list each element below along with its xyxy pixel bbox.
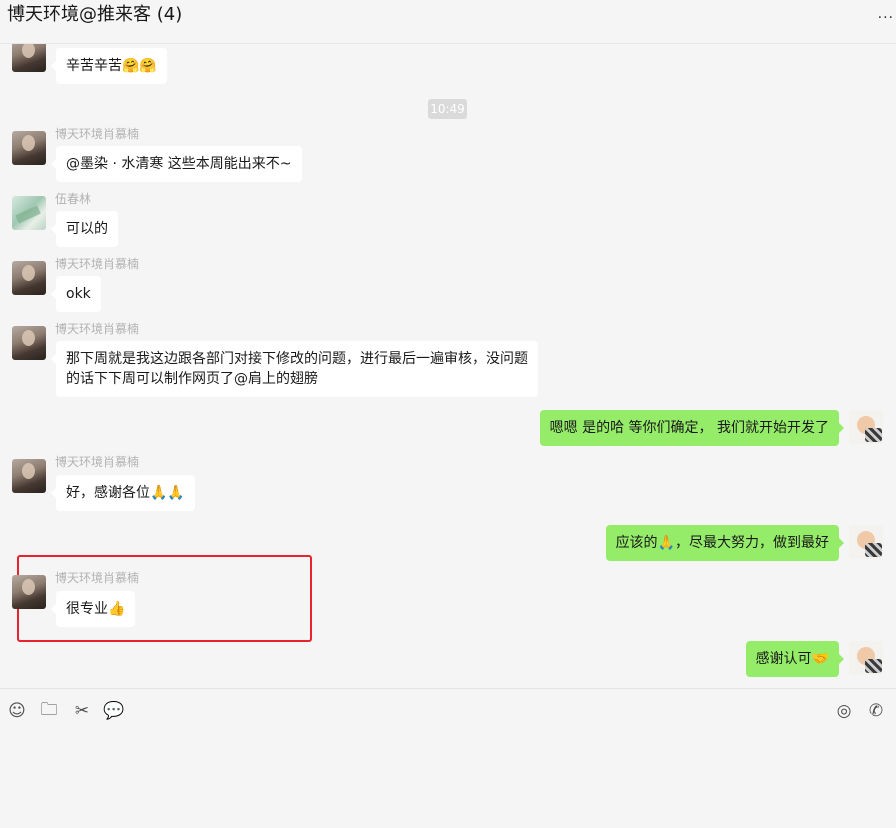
message-list[interactable]: 辛苦辛苦🤗🤗 10:49 博天环境肖慕楠 @墨染 · 水清寒 这些本周能出来不~… [0,44,896,688]
message-bubble[interactable]: @墨染 · 水清寒 这些本周能出来不~ [51,146,302,182]
message-bubble[interactable]: 可以的 [51,211,118,247]
avatar[interactable] [12,459,46,493]
avatar[interactable] [12,575,46,609]
emoji-icon[interactable]: ☺ [7,701,27,721]
message-bubble[interactable]: 应该的🙏，尽最大努力，做到最好 [605,525,845,561]
scissors-icon[interactable]: ✂ [72,701,92,721]
sender-name: 博天环境肖慕楠 [55,322,140,336]
chat-header: 博天环境@推来客 (4) ... [0,0,896,44]
sender-name: 博天环境肖慕楠 [55,257,140,271]
message-line: 的话下下周可以制作网页了@肩上的翅膀 [66,371,318,387]
sender-name: 博天环境肖慕楠 [55,455,140,469]
message-bubble[interactable]: 嗯嗯 是的哈 等你们确定， 我们就开始开发了 [539,410,845,446]
message-bubble[interactable]: 感谢认可🤝 [745,641,845,677]
avatar[interactable] [12,196,46,230]
avatar[interactable] [849,410,883,444]
avatar[interactable] [12,44,46,72]
sender-name: 伍春林 [55,192,92,206]
message-line: 那下周就是我这边跟各部门对接下修改的问题，进行最后一遍审核，没问题 [66,351,528,367]
sender-name: 博天环境肖慕楠 [55,127,140,141]
input-toolbar: ☺ 🗀 ✂ 💬 ◎ ✆ [0,688,896,828]
message-bubble[interactable]: 很专业👍 [50,591,136,627]
chat-history-icon[interactable]: 💬 [103,701,124,721]
message-input[interactable] [0,729,896,828]
avatar[interactable] [849,641,883,675]
avatar[interactable] [12,326,46,360]
message-bubble[interactable]: 辛苦辛苦🤗🤗 [51,48,167,84]
sender-name: 博天环境肖慕楠 [55,571,140,585]
live-icon[interactable]: ◎ [834,701,854,721]
avatar[interactable] [12,131,46,165]
folder-icon[interactable]: 🗀 [39,700,59,721]
chat-title: 博天环境@推来客 (4) [7,4,183,25]
avatar[interactable] [12,261,46,295]
avatar[interactable] [849,525,883,559]
call-icon[interactable]: ✆ [866,701,886,721]
message-bubble[interactable]: 好，感谢各位🙏🙏 [51,475,195,511]
message-bubble[interactable]: 那下周就是我这边跟各部门对接下修改的问题，进行最后一遍审核，没问题 的话下下周可… [51,341,538,397]
timestamp: 10:49 [428,99,467,119]
more-options-button[interactable]: ... [878,6,894,22]
message-bubble[interactable]: okk [51,276,101,312]
